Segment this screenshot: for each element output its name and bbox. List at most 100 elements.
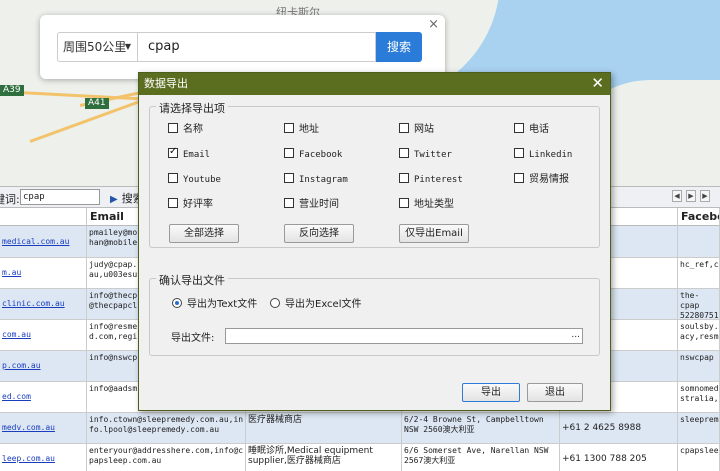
export-option-label: 电话 xyxy=(529,124,549,135)
dialog-titlebar: 数据导出 ✕ xyxy=(139,73,610,95)
invert-select-button[interactable]: 反向选择 xyxy=(284,224,354,243)
search-input[interactable]: cpap xyxy=(137,32,376,62)
cell-text-phone: +61 2 4625 8988 xyxy=(562,423,642,433)
export-option-label: 贸易情报 xyxy=(529,174,569,185)
header-facebook: Facebook xyxy=(678,208,720,226)
table-cell-facebook: the-cpap 52280751 xyxy=(678,289,720,319)
radio-text-format[interactable]: 导出为Text文件 xyxy=(172,298,257,311)
table-cell-email: enteryour@addresshere.com,info@c papslee… xyxy=(87,444,246,471)
cell-text-email: enteryour@addresshere.com,info@c papslee… xyxy=(89,446,244,465)
export-option-checkbox[interactable]: Youtube xyxy=(168,173,221,186)
cell-text-facebook: somnomed stralia, xyxy=(680,384,719,403)
table-cell-website[interactable]: medv.com.au xyxy=(0,413,87,443)
cell-text-website: medical.com.au xyxy=(2,236,70,246)
table-cell-phone: +61 2 4625 8988 xyxy=(560,413,678,443)
radio-excel-format[interactable]: 导出为Excel文件 xyxy=(270,298,362,311)
table-cell-website[interactable]: com.au xyxy=(0,320,87,350)
cell-text-website: ed.com xyxy=(2,392,31,401)
export-option-label: Email xyxy=(183,150,211,160)
search-panel-close-icon[interactable]: × xyxy=(428,17,439,32)
export-option-checkbox[interactable]: Instagram xyxy=(284,173,348,186)
scroll-left-icon[interactable]: ◀ xyxy=(672,190,682,202)
checkbox-box xyxy=(284,123,294,133)
radio-excel-indicator xyxy=(270,298,280,308)
export-file-label: 导出文件: xyxy=(171,333,215,344)
export-option-label: Instagram xyxy=(299,175,348,185)
table-cell-facebook: hc_ref,c xyxy=(678,258,720,288)
table-cell-website[interactable]: leep.com.au xyxy=(0,444,87,471)
export-file-path-input[interactable]: ... xyxy=(225,328,583,344)
export-option-label: Twitter xyxy=(414,150,452,160)
cell-text-facebook: soulsby. acy,resm xyxy=(680,322,719,341)
table-cell-facebook xyxy=(678,226,720,257)
table-cell-website[interactable]: medical.com.au xyxy=(0,226,87,257)
checkbox-box xyxy=(514,123,524,133)
table-cell-category: 医疗器械商店 xyxy=(246,413,402,443)
select-all-button[interactable]: 全部选择 xyxy=(169,224,239,243)
cell-text-address: 6/6 Somerset Ave, Narellan NSW 2567澳大利亚 xyxy=(404,446,549,465)
export-option-checkbox[interactable]: Facebook xyxy=(284,148,342,161)
export-option-checkbox[interactable]: 好评率 xyxy=(168,198,213,211)
cell-text-category: 睡眠诊所,Medical equipment supplier,医疗器械商店 xyxy=(248,446,373,466)
cell-text-email: info@nswcp xyxy=(89,353,138,362)
export-option-label: 好评率 xyxy=(183,199,213,210)
scroll-right-icon[interactable]: ▶ xyxy=(686,190,696,202)
checkbox-box xyxy=(399,148,409,158)
cell-text-facebook: cpapslee xyxy=(680,446,719,455)
cell-text-email: pmailey@mo han@mobiler xyxy=(89,228,142,247)
export-option-checkbox[interactable]: 贸易情报 xyxy=(514,173,569,186)
table-cell-website[interactable]: m.au xyxy=(0,258,87,288)
export-option-checkbox[interactable]: Linkedin xyxy=(514,148,572,161)
export-option-checkbox[interactable]: 地址 xyxy=(284,123,319,136)
cell-text-email: info@thecp @thecpapcl xyxy=(89,291,138,310)
table-cell-website[interactable]: clinic.com.au xyxy=(0,289,87,319)
checkbox-box xyxy=(168,173,178,183)
cell-text-website: m.au xyxy=(2,268,22,277)
browse-icon[interactable]: ... xyxy=(571,329,580,342)
export-option-checkbox[interactable]: 名称 xyxy=(168,123,203,136)
radio-text-indicator xyxy=(172,298,182,308)
cell-text-website: leep.com.au xyxy=(2,453,55,463)
export-option-checkbox[interactable]: 电话 xyxy=(514,123,549,136)
cell-text-email: info@resme d.com,regi xyxy=(89,322,138,341)
export-dialog: 数据导出 ✕ 请选择导出项 名称 地址 网站 电话 Email Facebook Twitt… xyxy=(138,72,611,411)
export-option-label: 网站 xyxy=(414,124,434,135)
email-only-button[interactable]: 仅导出Email xyxy=(399,224,469,243)
table-cell-facebook: cpapslee xyxy=(678,444,720,471)
export-option-checkbox[interactable]: 地址类型 xyxy=(399,198,454,211)
road-label-a39: A39 xyxy=(0,85,24,96)
export-option-checkbox[interactable]: 营业时间 xyxy=(284,198,339,211)
radius-select[interactable]: 周围50公里 ▼ xyxy=(57,32,137,62)
export-option-label: Youtube xyxy=(183,175,221,185)
cell-text-website: com.au xyxy=(2,330,31,339)
table-cell-email: info.ctown@sleepremedy.com.au,in fo.lpoo… xyxy=(87,413,246,443)
table-cell-website[interactable]: p.com.au xyxy=(0,351,87,381)
checkbox-box xyxy=(168,146,178,158)
map-search-panel: × 周围50公里 ▼ cpap 搜索 xyxy=(40,15,445,79)
export-option-checkbox[interactable]: Twitter xyxy=(399,148,452,161)
keyword-label: 键词: xyxy=(0,193,20,206)
export-button[interactable]: 导出 xyxy=(462,383,520,402)
export-option-label: Facebook xyxy=(299,150,343,160)
search-button[interactable]: 搜索 xyxy=(376,32,422,62)
export-option-checkbox[interactable]: 网站 xyxy=(399,123,434,136)
horizontal-scroll-controls: ◀ ▶ ▶ xyxy=(660,190,720,204)
cell-text-facebook: sleepreme xyxy=(680,415,720,424)
radio-excel-label: 导出为Excel文件 xyxy=(285,299,362,310)
keyword-input[interactable]: cpap xyxy=(20,189,100,205)
cell-text-facebook: the-cpap 52280751 xyxy=(680,291,719,319)
table-row[interactable]: leep.com.au enteryour@addresshere.com,inf… xyxy=(0,444,720,471)
export-option-checkbox[interactable]: Pinterest xyxy=(399,173,463,186)
export-option-checkbox[interactable]: Email xyxy=(168,146,211,161)
checkbox-box xyxy=(284,173,294,183)
scroll-end-icon[interactable]: ▶ xyxy=(700,190,710,202)
cell-text-email: judy@cpap. au,u003esu xyxy=(89,260,138,279)
cell-text-facebook: hc_ref,c xyxy=(680,260,719,269)
export-file-legend: 确认导出文件 xyxy=(156,272,228,288)
table-cell-facebook: nswcpap xyxy=(678,351,720,381)
table-row[interactable]: medv.com.au info.ctown@sleepremedy.com.au… xyxy=(0,413,720,444)
table-cell-website[interactable]: ed.com xyxy=(0,382,87,412)
checkbox-box xyxy=(399,173,409,183)
dialog-close-icon[interactable]: ✕ xyxy=(591,73,604,94)
exit-button[interactable]: 退出 xyxy=(527,383,583,402)
